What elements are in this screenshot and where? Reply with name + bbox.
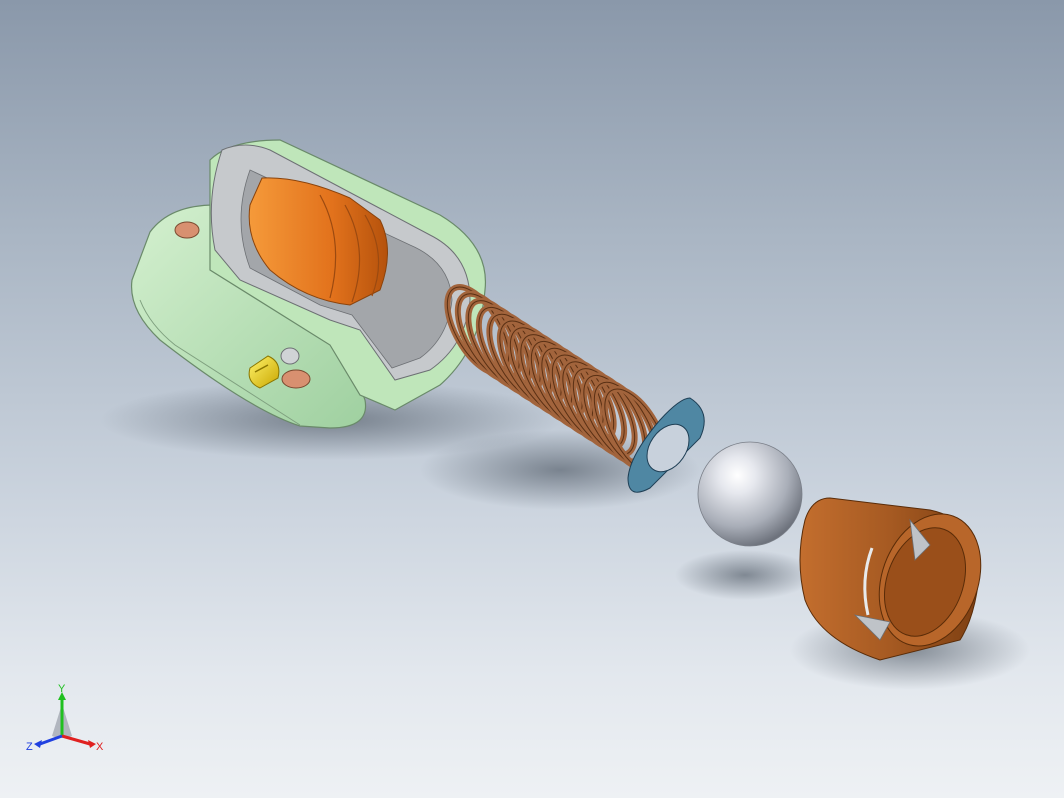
z-arrow-head	[34, 740, 42, 748]
mounting-hole-bottom	[281, 369, 311, 389]
model-scene[interactable]	[0, 0, 1064, 798]
x-arrow-head	[88, 740, 96, 748]
ball[interactable]	[697, 441, 803, 547]
z-axis-arrow	[39, 734, 63, 746]
orientation-triad[interactable]: Y X Z	[24, 684, 114, 764]
housing[interactable]	[130, 139, 487, 429]
ball-shadow	[675, 550, 815, 600]
z-axis-label: Z	[26, 741, 33, 753]
graphics-viewport[interactable]: Y X Z	[0, 0, 1064, 798]
y-axis-label: Y	[58, 684, 66, 695]
x-axis-arrow	[61, 734, 91, 746]
x-axis-label: X	[96, 741, 104, 753]
mounting-hole-top	[174, 221, 200, 239]
pin-hole	[280, 347, 300, 365]
